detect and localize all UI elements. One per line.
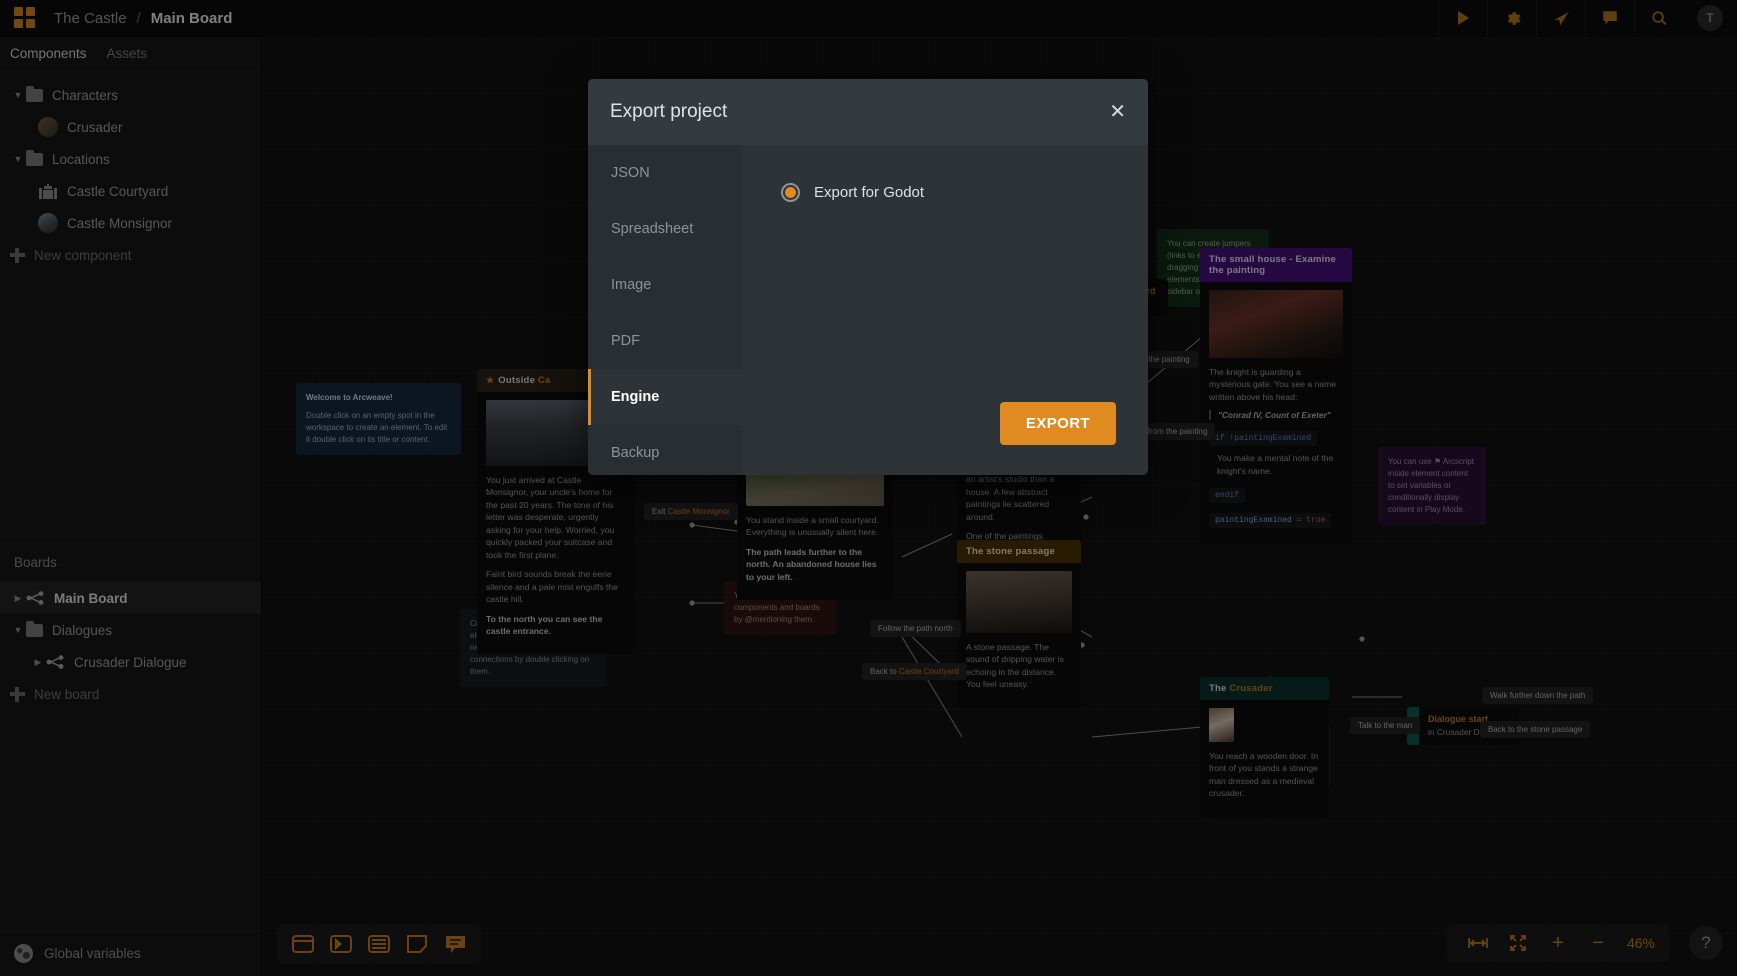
close-icon[interactable]: ✕ bbox=[1109, 102, 1126, 122]
modal-nav-engine[interactable]: Engine bbox=[588, 369, 743, 425]
modal-nav-spreadsheet[interactable]: Spreadsheet bbox=[588, 201, 743, 257]
modal-nav-backup[interactable]: Backup bbox=[588, 425, 743, 475]
modal-body: JSON Spreadsheet Image PDF Engine Backup… bbox=[588, 145, 1148, 475]
modal-header: Export project ✕ bbox=[588, 79, 1148, 145]
radio-button-icon[interactable] bbox=[781, 183, 800, 202]
export-button[interactable]: EXPORT bbox=[999, 402, 1116, 445]
modal-nav: JSON Spreadsheet Image PDF Engine Backup bbox=[588, 145, 743, 475]
modal-nav-json[interactable]: JSON bbox=[588, 145, 743, 201]
export-project-modal: Export project ✕ JSON Spreadsheet Image … bbox=[588, 79, 1148, 475]
export-for-godot-label: Export for Godot bbox=[814, 184, 925, 201]
modal-nav-image[interactable]: Image bbox=[588, 257, 743, 313]
export-for-godot-option[interactable]: Export for Godot bbox=[781, 183, 1148, 202]
modal-nav-pdf[interactable]: PDF bbox=[588, 313, 743, 369]
modal-main: Export for Godot EXPORT bbox=[743, 145, 1148, 475]
modal-title: Export project bbox=[610, 101, 728, 122]
